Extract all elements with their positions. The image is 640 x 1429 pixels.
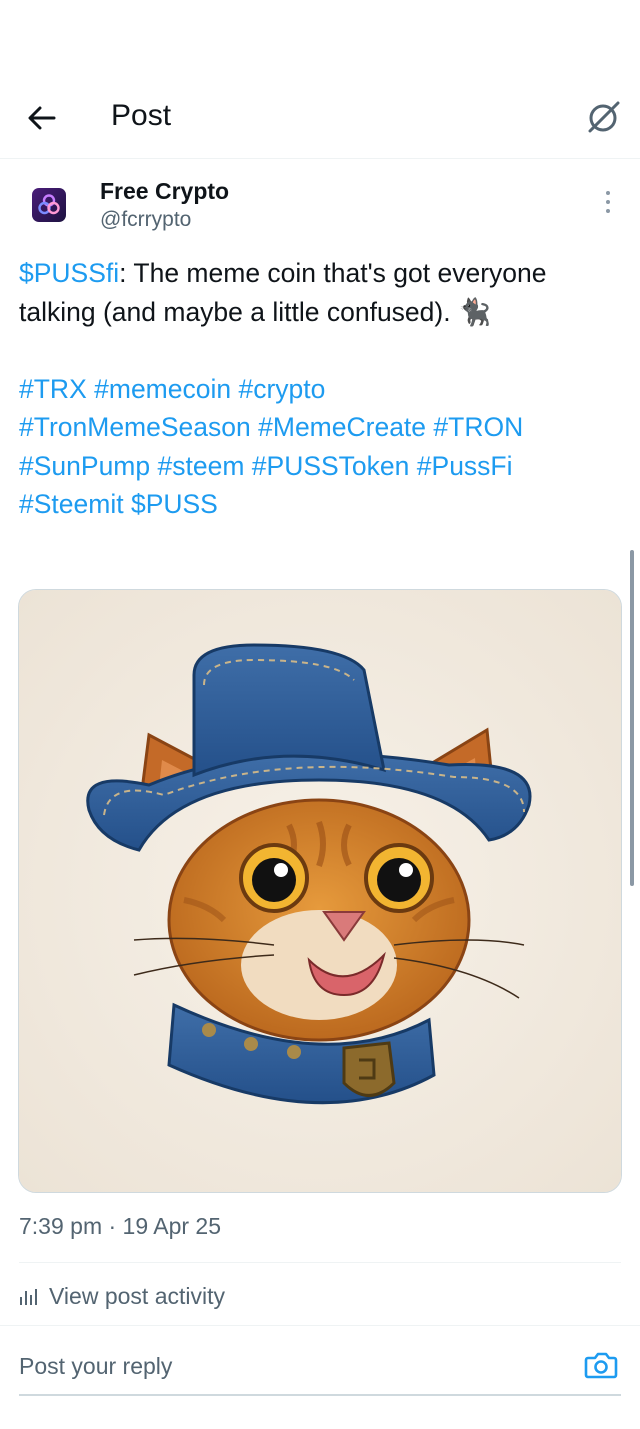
top-bar: Post [0, 74, 640, 159]
hashtag-link[interactable]: #MemeCreate [258, 412, 426, 442]
view-post-activity-link[interactable]: View post activity [19, 1283, 225, 1310]
hashtag-link[interactable]: #TronMemeSeason [19, 412, 251, 442]
hashtag-link[interactable]: #crypto [238, 374, 325, 404]
camera-button[interactable] [584, 1349, 618, 1381]
arrow-left-icon [28, 106, 56, 130]
author-name[interactable]: Free Crypto [100, 178, 229, 205]
hashtag-link[interactable]: #steem [158, 451, 245, 481]
author-handle[interactable]: @fcrrypto [100, 208, 191, 232]
post-text: $PUSSfi: The meme coin that's got everyo… [19, 254, 619, 524]
cat-illustration [19, 590, 621, 1192]
post-image[interactable] [18, 589, 622, 1193]
activity-label: View post activity [49, 1283, 225, 1309]
hashtag-link[interactable]: #SunPump [19, 451, 150, 481]
hashtag-link[interactable]: #TRX [19, 374, 87, 404]
hashtag-link[interactable]: #TRON [433, 412, 523, 442]
more-vertical-icon [606, 191, 610, 213]
hashtag-link[interactable]: #memecoin [94, 374, 231, 404]
hashtag-link[interactable]: #PussFi [417, 451, 513, 481]
logo-icon [38, 194, 60, 215]
cashtag-link[interactable]: $PUSSfi [19, 258, 119, 288]
grok-icon [588, 101, 620, 133]
more-button[interactable] [598, 188, 618, 216]
avatar[interactable] [32, 188, 66, 222]
scrollbar[interactable] [630, 550, 634, 886]
page-title: Post [111, 99, 172, 132]
cashtag-link[interactable]: $PUSS [131, 489, 218, 519]
bar-chart-icon [20, 1288, 37, 1305]
hashtag-link[interactable]: #PUSSToken [252, 451, 410, 481]
divider [0, 1325, 640, 1326]
divider [19, 1262, 621, 1263]
reply-underline [19, 1394, 621, 1396]
post-timestamp: 7:39 pm · 19 Apr 25 [19, 1213, 222, 1239]
cat-emoji: 🐈‍⬛ [457, 296, 491, 327]
grok-button[interactable] [582, 96, 624, 138]
hashtag-link[interactable]: #Steemit [19, 489, 124, 519]
camera-icon [584, 1352, 618, 1379]
back-button[interactable] [22, 98, 62, 138]
reply-input[interactable] [19, 1344, 579, 1388]
